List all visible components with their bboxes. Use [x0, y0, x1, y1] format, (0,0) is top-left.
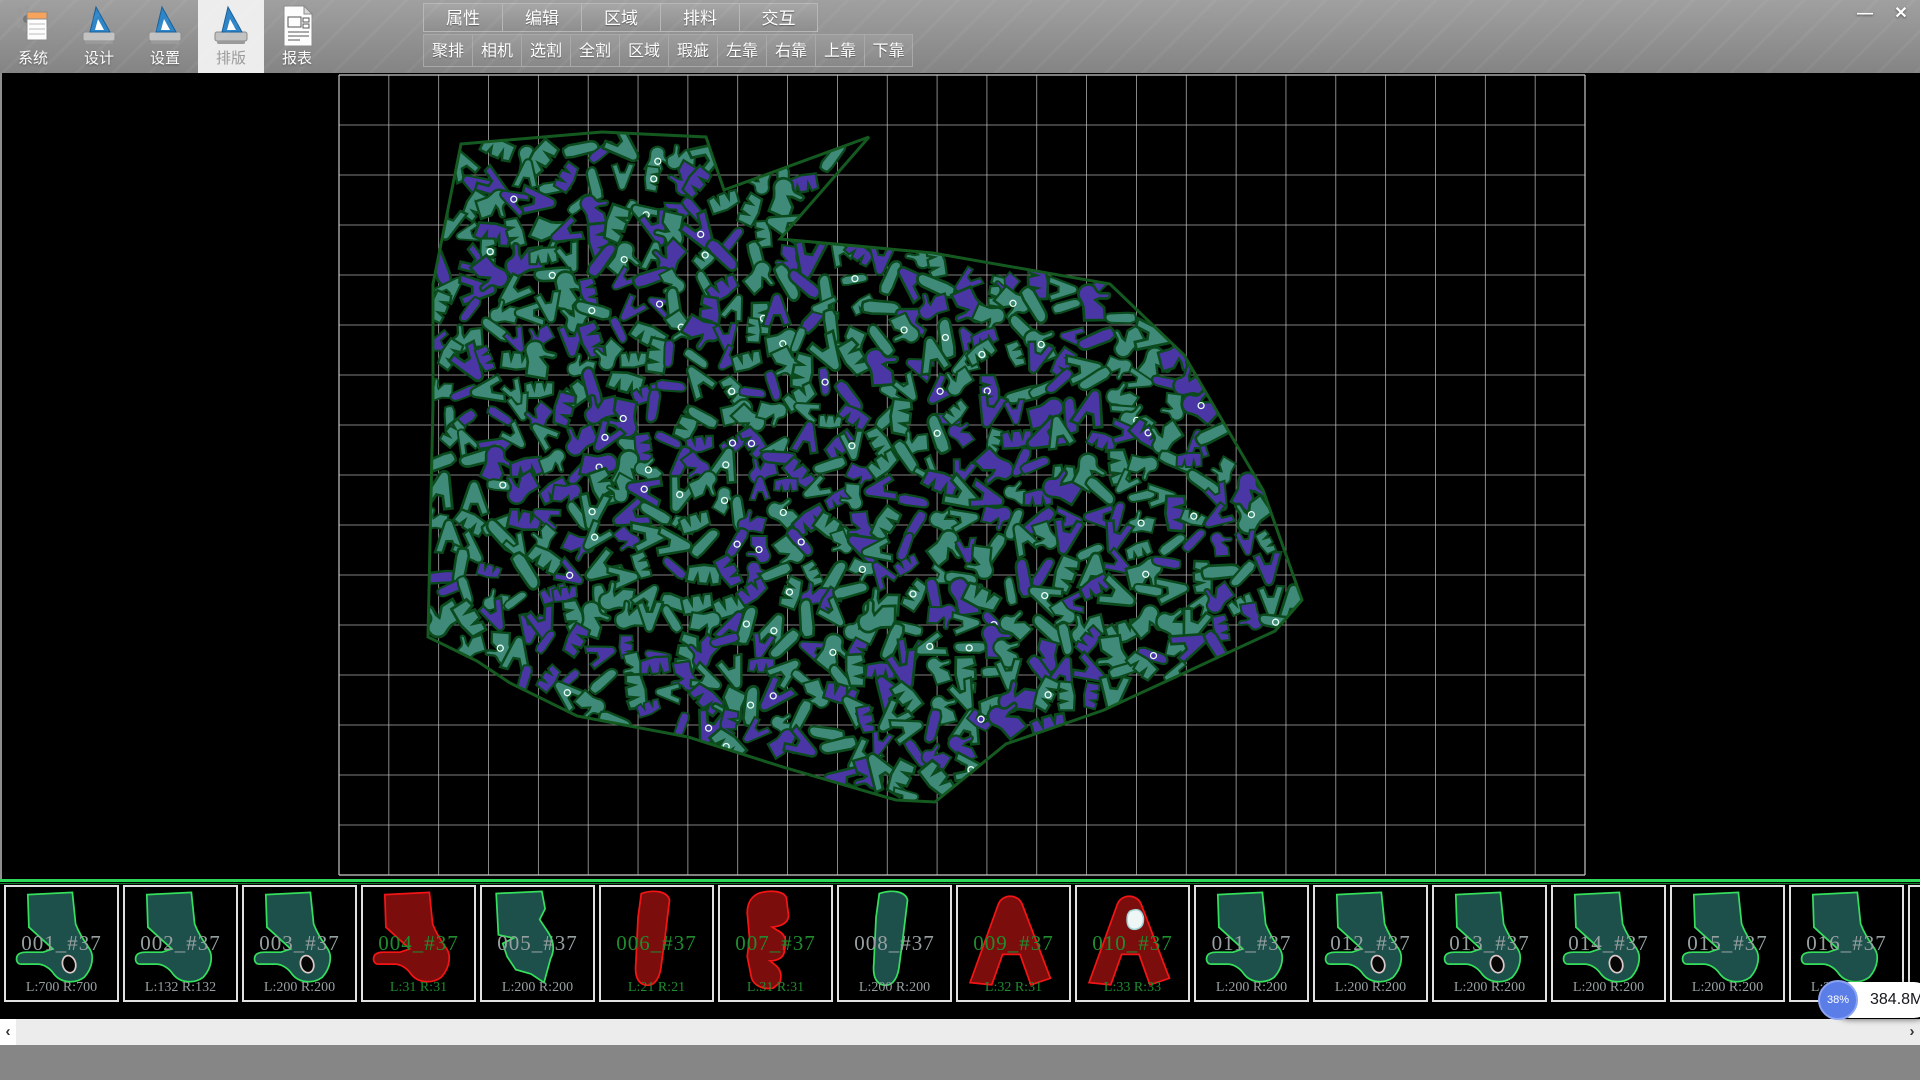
minimize-button[interactable]: — [1852, 4, 1878, 24]
tool-cut-all-button[interactable]: 全割 [570, 34, 619, 67]
piece-name: 006_#37 [601, 931, 712, 956]
tab-nesting[interactable]: 排料 [660, 3, 739, 32]
tool-region-button[interactable]: 区域 [619, 34, 668, 67]
tool-button-bar: 聚排 相机 选割 全割 区域 瑕疵 左靠 右靠 上靠 下靠 [423, 34, 913, 67]
tab-region[interactable]: 区域 [581, 3, 660, 32]
tool-align-top-button[interactable]: 上靠 [815, 34, 864, 67]
piece-size-label: L:700 R:700 [6, 980, 117, 996]
piece-thumbnail[interactable]: 002_#37 L:132 R:132 [123, 885, 238, 1002]
piece-thumbnail[interactable]: 011_#37 L:200 R:200 [1194, 885, 1309, 1002]
piece-name: 010_#37 [1077, 931, 1188, 956]
piece-thumbnail[interactable]: 013_#37 L:200 R:200 [1432, 885, 1547, 1002]
close-button[interactable]: ✕ [1888, 4, 1914, 24]
nesting-canvas[interactable] [0, 73, 1920, 879]
menu-tab-bar: 属性 编辑 区域 排料 交互 [423, 3, 913, 32]
cpu-percent-badge: 38% [1818, 980, 1858, 1020]
menu-area: 属性 编辑 区域 排料 交互 聚排 相机 选割 全割 区域 瑕疵 左靠 右靠 上… [423, 0, 913, 67]
mode-design-button[interactable]: 设计 [66, 0, 132, 73]
tool-cluster-nest-button[interactable]: 聚排 [423, 34, 472, 67]
piece-name: 003_#37 [244, 931, 355, 956]
piece-thumbnail[interactable]: 012_#37 L:200 R:200 [1313, 885, 1428, 1002]
mode-label: 排版 [216, 49, 246, 69]
piece-name: 015_#37 [1672, 931, 1783, 956]
piece-name: 016_#37 [1791, 931, 1902, 956]
piece-size-label: L:200 R:200 [1434, 980, 1545, 996]
mode-label: 设计 [84, 49, 114, 69]
piece-thumbnail[interactable]: 015_#37 L:200 R:200 [1670, 885, 1785, 1002]
mode-label: 设置 [150, 49, 180, 69]
status-bar [0, 1045, 1920, 1080]
piece-name: 004_#37 [363, 931, 474, 956]
piece-name: 001_#37 [6, 931, 117, 956]
report-icon [275, 3, 319, 49]
horizontal-scrollbar[interactable]: ‹ › [0, 1019, 1920, 1045]
tool-align-left-button[interactable]: 左靠 [717, 34, 766, 67]
piece-thumbnail[interactable]: 010_#37 L:33 R:33 [1075, 885, 1190, 1002]
mode-settings-button[interactable]: 设置 [132, 0, 198, 73]
scroll-right-button[interactable]: › [1904, 1019, 1920, 1045]
piece-thumbnail[interactable]: 007_#37 L:31 R:31 [718, 885, 833, 1002]
piece-size-label: L:21 R:21 [601, 980, 712, 996]
strip-divider-line [0, 879, 1920, 882]
window-controls: — ✕ [1852, 4, 1914, 24]
piece-size-label: L:200 R:200 [244, 980, 355, 996]
mode-system-button[interactable]: 系统 [0, 0, 66, 73]
strip-divider-shadow [0, 883, 1920, 884]
piece-thumbnail[interactable]: 005_#37 L:200 R:200 [480, 885, 595, 1002]
piece-size-label: L:32 R:31 [958, 980, 1069, 996]
piece-thumbnail[interactable]: 003_#37 L:200 R:200 [242, 885, 357, 1002]
mode-label: 报表 [282, 49, 312, 69]
app-mode-bar: 系统 设计 [0, 0, 330, 73]
piece-name: 012_#37 [1315, 931, 1426, 956]
piece-thumbnail[interactable]: 008_#37 L:200 R:200 [837, 885, 952, 1002]
tab-interactive[interactable]: 交互 [739, 3, 818, 32]
piece-thumbnail[interactable]: 014_#37 L:200 R:200 [1551, 885, 1666, 1002]
tool-camera-button[interactable]: 相机 [472, 34, 521, 67]
piece-size-label: L:200 R:200 [1196, 980, 1307, 996]
tool-align-bottom-button[interactable]: 下靠 [864, 34, 913, 67]
settings-icon [143, 3, 187, 49]
piece-name: 007_#37 [720, 931, 831, 956]
tool-defect-button[interactable]: 瑕疵 [668, 34, 717, 67]
app-window: 系统 设计 [0, 0, 1920, 1080]
piece-name: 002_#37 [125, 931, 236, 956]
piece-name: 013_#37 [1434, 931, 1545, 956]
piece-thumbnail[interactable]: 006_#37 L:21 R:21 [599, 885, 714, 1002]
memory-usage-badge[interactable]: 38% 384.8M [1832, 982, 1920, 1018]
top-toolbar: 系统 设计 [0, 0, 1920, 73]
system-icon [11, 3, 55, 49]
memory-size-label: 384.8M [1870, 982, 1920, 1018]
piece-size-label: L:31 R:31 [720, 980, 831, 996]
mode-nesting-button[interactable]: 排版 [198, 0, 264, 73]
tool-select-cut-button[interactable]: 选割 [521, 34, 570, 67]
piece-size-label: L:200 R:200 [839, 980, 950, 996]
tab-edit[interactable]: 编辑 [502, 3, 581, 32]
nesting-drawing [2, 73, 1920, 879]
piece-size-label: L:31 R:31 [363, 980, 474, 996]
scroll-left-button[interactable]: ‹ [0, 1019, 16, 1045]
piece-size-label: L:132 R:132 [125, 980, 236, 996]
mode-report-button[interactable]: 报表 [264, 0, 330, 73]
piece-thumbnail-list: 001_#37 L:700 R:700 002_#37 L:132 R:132 … [0, 885, 1920, 1003]
piece-size-label: L:33 R:33 [1077, 980, 1188, 996]
piece-size-label: L:200 R:200 [482, 980, 593, 996]
pieces-strip: 001_#37 L:700 R:700 002_#37 L:132 R:132 … [0, 879, 1920, 1019]
piece-thumbnail[interactable]: 004_#37 L:31 R:31 [361, 885, 476, 1002]
piece-thumbnail[interactable]: 009_#37 L:32 R:31 [956, 885, 1071, 1002]
piece-name: 005_#37 [482, 931, 593, 956]
nesting-icon [209, 3, 253, 49]
piece-size-label: L:200 R:200 [1553, 980, 1664, 996]
piece-size-label: L:200 R:200 [1315, 980, 1426, 996]
piece-name: 008_#37 [839, 931, 950, 956]
piece-size-label: L:200 R:200 [1672, 980, 1783, 996]
piece-name: 009_#37 [958, 931, 1069, 956]
piece-name: 014_#37 [1553, 931, 1664, 956]
mode-label: 系统 [18, 49, 48, 69]
piece-thumbnail[interactable]: 001_#37 L:700 R:700 [4, 885, 119, 1002]
piece-name: 011_#37 [1196, 931, 1307, 956]
tab-properties[interactable]: 属性 [423, 3, 502, 32]
tool-align-right-button[interactable]: 右靠 [766, 34, 815, 67]
design-icon [77, 3, 121, 49]
